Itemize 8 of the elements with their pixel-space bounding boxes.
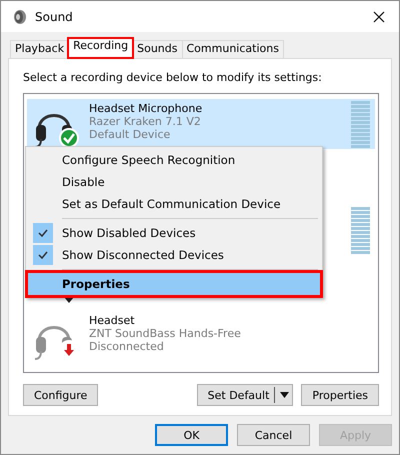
device-status: Disconnected [89, 340, 165, 353]
device-name: Headset Microphone [89, 102, 204, 115]
instruction-text: Select a recording device below to modify its settings: [23, 71, 323, 84]
device-status: Default Device [89, 128, 172, 141]
window-title: Sound [35, 10, 74, 24]
device-model: Razer Kraken 7.1 V2 [89, 115, 202, 128]
device-name: Headset [89, 314, 136, 327]
device-model: ZNT SoundBass Hands-Free [89, 327, 242, 340]
